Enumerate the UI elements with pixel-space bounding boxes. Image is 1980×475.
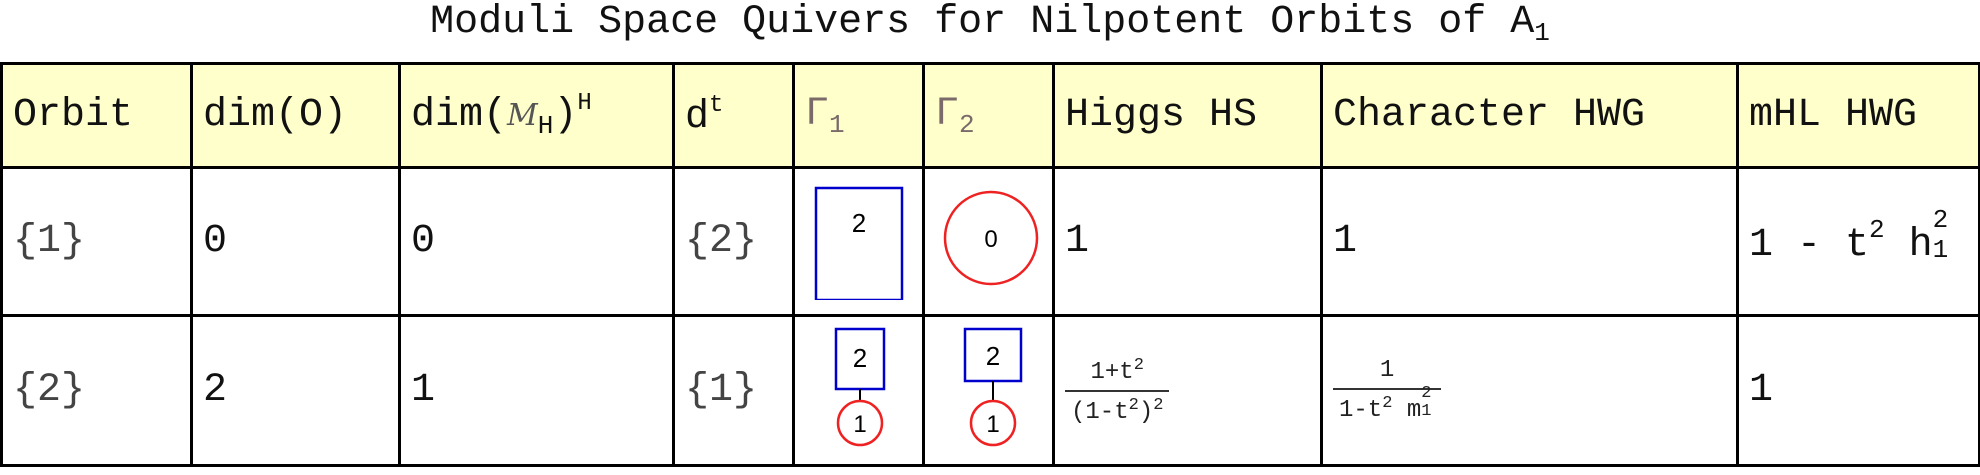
header-higgs-hs: Higgs HS [1052,62,1323,169]
header-gamma1-base: Γ [805,91,830,137]
cell-dt: {2} [672,166,795,317]
character-denominator-m-sup: 2 [1421,384,1432,403]
cell-character-hwg: 1 1-t2 m21 [1320,314,1739,467]
header-gamma1-sub: 1 [829,109,845,140]
quiver-gamma2: 0 [943,190,1038,286]
header-dt: dt [672,62,795,169]
character-denominator-m-sub: 1 [1421,402,1432,421]
higgs-fraction: 1+t2 (1-t2)2 [1065,355,1170,426]
header-dt-base: d [685,94,710,140]
character-denominator-m: m [1392,397,1422,424]
header-gamma1: Γ1 [792,62,925,169]
cell-dt: {1} [672,314,795,467]
header-character-hwg: Character HWG [1320,62,1739,169]
higgs-denominator-sup: 2 [1128,395,1139,415]
quiver-gamma1: 2 [814,186,903,302]
flavor-node-square [814,186,903,302]
cell-orbit: {1} [0,166,193,317]
higgs-numerator-sup: 2 [1133,355,1144,375]
mhl-term-b: h [1884,223,1933,268]
cell-dim-o: 2 [190,314,401,467]
orbit-table: Orbit dim(O) dim(MH)H dt Γ1 Γ2 Higgs HS … [0,62,1980,467]
header-gamma2: Γ2 [922,62,1055,169]
character-denominator-sup: 2 [1382,394,1393,413]
quiver-gamma1: 2 1 [834,327,885,447]
cell-mhl-hwg: 1 - t2 h21 [1736,166,1980,317]
page-title: Moduli Space Quivers for Nilpotent Orbit… [0,0,1980,52]
mhl-term-b-sub: 1 [1932,235,1949,265]
cell-gamma1: 2 [792,166,925,317]
header-gamma2-base: Γ [935,91,960,137]
quiver-gamma2: 2 1 [963,327,1022,447]
table-row: {1} 0 0 {2} 2 0 1 1 1 - t2 h21 [0,166,1980,317]
mhl-term-a: 1 - t [1749,223,1870,268]
flavor-node-label: 2 [852,343,866,373]
gauge-node-label: 0 [984,226,997,253]
cell-mhl-hwg: 1 [1736,314,1980,467]
header-gamma2-sub: 2 [959,109,975,140]
cell-character-hwg: 1 [1320,166,1739,317]
cell-gamma2: 0 [922,166,1055,317]
gauge-node-label: 1 [853,411,866,438]
cell-orbit: {2} [0,314,193,467]
header-dim-mh: dim(MH)H [398,62,675,169]
header-orbit: Orbit [0,62,193,169]
higgs-denominator-close: ) [1138,398,1154,426]
cell-dim-mh: 0 [398,166,675,317]
higgs-denominator-close-sup: 2 [1153,395,1164,415]
cell-higgs-hs: 1 [1052,166,1323,317]
header-dim-mh-prefix: dim( [411,93,508,138]
higgs-denominator: (1-t [1071,398,1129,426]
flavor-node-label: 2 [851,208,865,238]
gauge-node-label: 1 [986,411,999,438]
header-dim-mh-sup: H [577,90,592,117]
cell-dim-mh: 1 [398,314,675,467]
header-dim-mh-symbol: M [507,98,538,133]
header-row: Orbit dim(O) dim(MH)H dt Γ1 Γ2 Higgs HS … [0,62,1980,169]
cell-gamma2: 2 1 [922,314,1055,467]
header-dt-sup: t [709,91,724,119]
mhl-term-b-sup: 2 [1932,205,1949,235]
header-dim-mh-close: ) [553,93,578,138]
character-denominator: 1-t [1339,397,1383,424]
flavor-node-label: 2 [985,341,999,371]
cell-dim-o: 0 [190,166,401,317]
mhl-term-a-sup: 2 [1869,215,1885,245]
cell-gamma1: 2 1 [792,314,925,467]
title-subscript: 1 [1534,18,1550,48]
character-fraction: 1 1-t2 m21 [1333,357,1442,424]
cell-higgs-hs: 1+t2 (1-t2)2 [1052,314,1323,467]
header-mhl-hwg: mHL HWG [1736,62,1980,169]
header-dim-o: dim(O) [190,62,401,169]
title-text: Moduli Space Quivers for Nilpotent Orbit… [430,0,1535,45]
table-row: {2} 2 1 {1} 2 1 2 1 1+t2 (1-t2)2 1 1-t2 … [0,314,1980,467]
higgs-numerator: 1+t [1090,358,1134,386]
header-dim-mh-sub: H [537,111,554,141]
